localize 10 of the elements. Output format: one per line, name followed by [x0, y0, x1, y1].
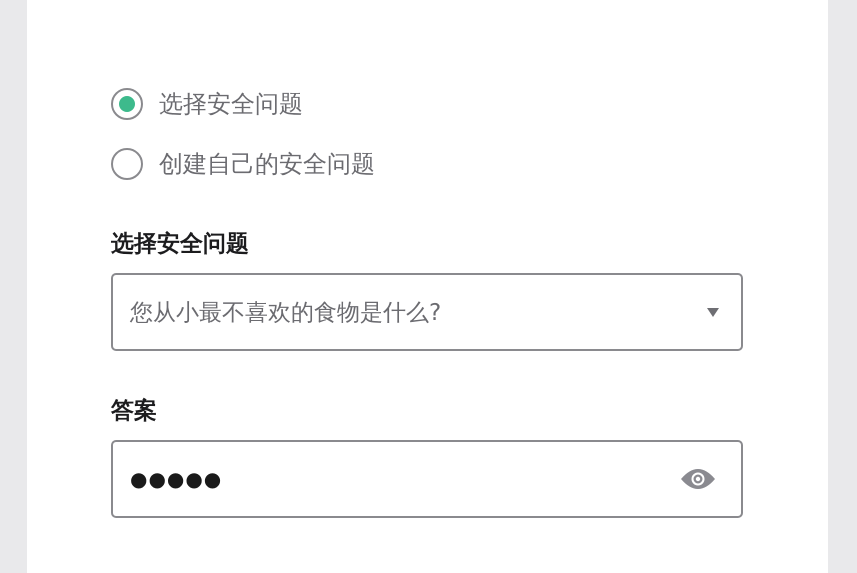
question-dropdown[interactable]: 您从小最不喜欢的食物是什么?: [111, 273, 743, 351]
caret-icon: [707, 308, 719, 316]
eye-icon[interactable]: [681, 469, 715, 489]
radio-option[interactable]: 创建自己的安全问题: [111, 148, 375, 180]
field-label: 选择安全问题: [111, 230, 249, 259]
radio-button[interactable]: [111, 88, 143, 120]
answer-field[interactable]: ●●●●●: [111, 440, 743, 518]
radio-option[interactable]: 选择安全问题: [111, 88, 303, 120]
field-label: 答案: [111, 396, 157, 426]
radio-button[interactable]: [111, 148, 143, 180]
